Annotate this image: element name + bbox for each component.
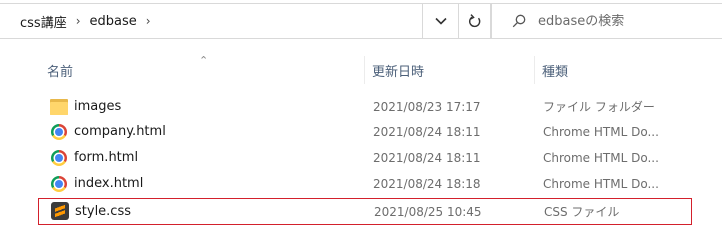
chrome-icon xyxy=(50,149,68,167)
file-row-style-css[interactable]: style.css 2021/08/25 10:45 CSS ファイル xyxy=(38,198,692,225)
column-header-type[interactable]: 種類 xyxy=(542,57,568,83)
chevron-right-icon[interactable]: › xyxy=(76,14,81,28)
file-name: index.html xyxy=(74,176,144,191)
file-type: Chrome HTML Do... xyxy=(543,125,659,139)
file-name: style.css xyxy=(75,204,131,219)
file-name: form.html xyxy=(74,150,139,165)
file-row-index-html[interactable]: index.html 2021/08/24 18:18 Chrome HTML … xyxy=(38,172,692,196)
search-icon xyxy=(512,14,526,28)
file-row-images[interactable]: images 2021/08/23 17:17 ファイル フォルダー xyxy=(38,95,692,119)
breadcrumb[interactable]: css講座 › edbase › xyxy=(0,3,423,39)
file-name: images xyxy=(74,99,122,114)
chevron-right-icon[interactable]: › xyxy=(146,14,151,28)
folder-icon xyxy=(50,98,68,116)
breadcrumb-item-edbase[interactable]: edbase xyxy=(90,14,137,29)
file-row-form-html[interactable]: form.html 2021/08/24 18:11 Chrome HTML D… xyxy=(38,146,692,170)
address-bar: css講座 › edbase › xyxy=(0,0,722,42)
file-date-modified: 2021/08/24 18:18 xyxy=(373,177,481,191)
file-type: Chrome HTML Do... xyxy=(543,177,659,191)
column-header-date-modified[interactable]: 更新日時 xyxy=(372,57,424,83)
breadcrumb-items: css講座 › edbase › xyxy=(20,4,160,38)
column-divider[interactable] xyxy=(534,56,535,84)
file-type: Chrome HTML Do... xyxy=(543,151,659,165)
address-history-dropdown-button[interactable] xyxy=(423,3,458,39)
refresh-icon xyxy=(468,14,480,28)
file-date-modified: 2021/08/23 17:17 xyxy=(373,100,481,114)
search-input[interactable] xyxy=(538,13,708,29)
file-type: ファイル フォルダー xyxy=(543,100,655,114)
chevron-down-icon xyxy=(434,17,447,25)
file-date-modified: 2021/08/24 18:11 xyxy=(373,151,481,165)
refresh-button[interactable] xyxy=(458,3,491,39)
file-name: company.html xyxy=(74,124,166,139)
chrome-icon xyxy=(50,175,68,193)
file-type: CSS ファイル xyxy=(544,205,620,219)
sort-ascending-icon: ⌃ xyxy=(199,54,209,67)
column-divider[interactable] xyxy=(364,56,365,84)
chrome-icon xyxy=(50,123,68,141)
column-header-name[interactable]: 名前 xyxy=(47,57,73,83)
breadcrumb-item-css-course[interactable]: css講座 xyxy=(20,12,67,31)
file-date-modified: 2021/08/24 18:11 xyxy=(373,125,481,139)
file-row-company-html[interactable]: company.html 2021/08/24 18:11 Chrome HTM… xyxy=(38,120,692,144)
search-box[interactable] xyxy=(491,3,722,39)
file-date-modified: 2021/08/25 10:45 xyxy=(374,205,482,219)
sublime-text-icon xyxy=(51,202,69,220)
